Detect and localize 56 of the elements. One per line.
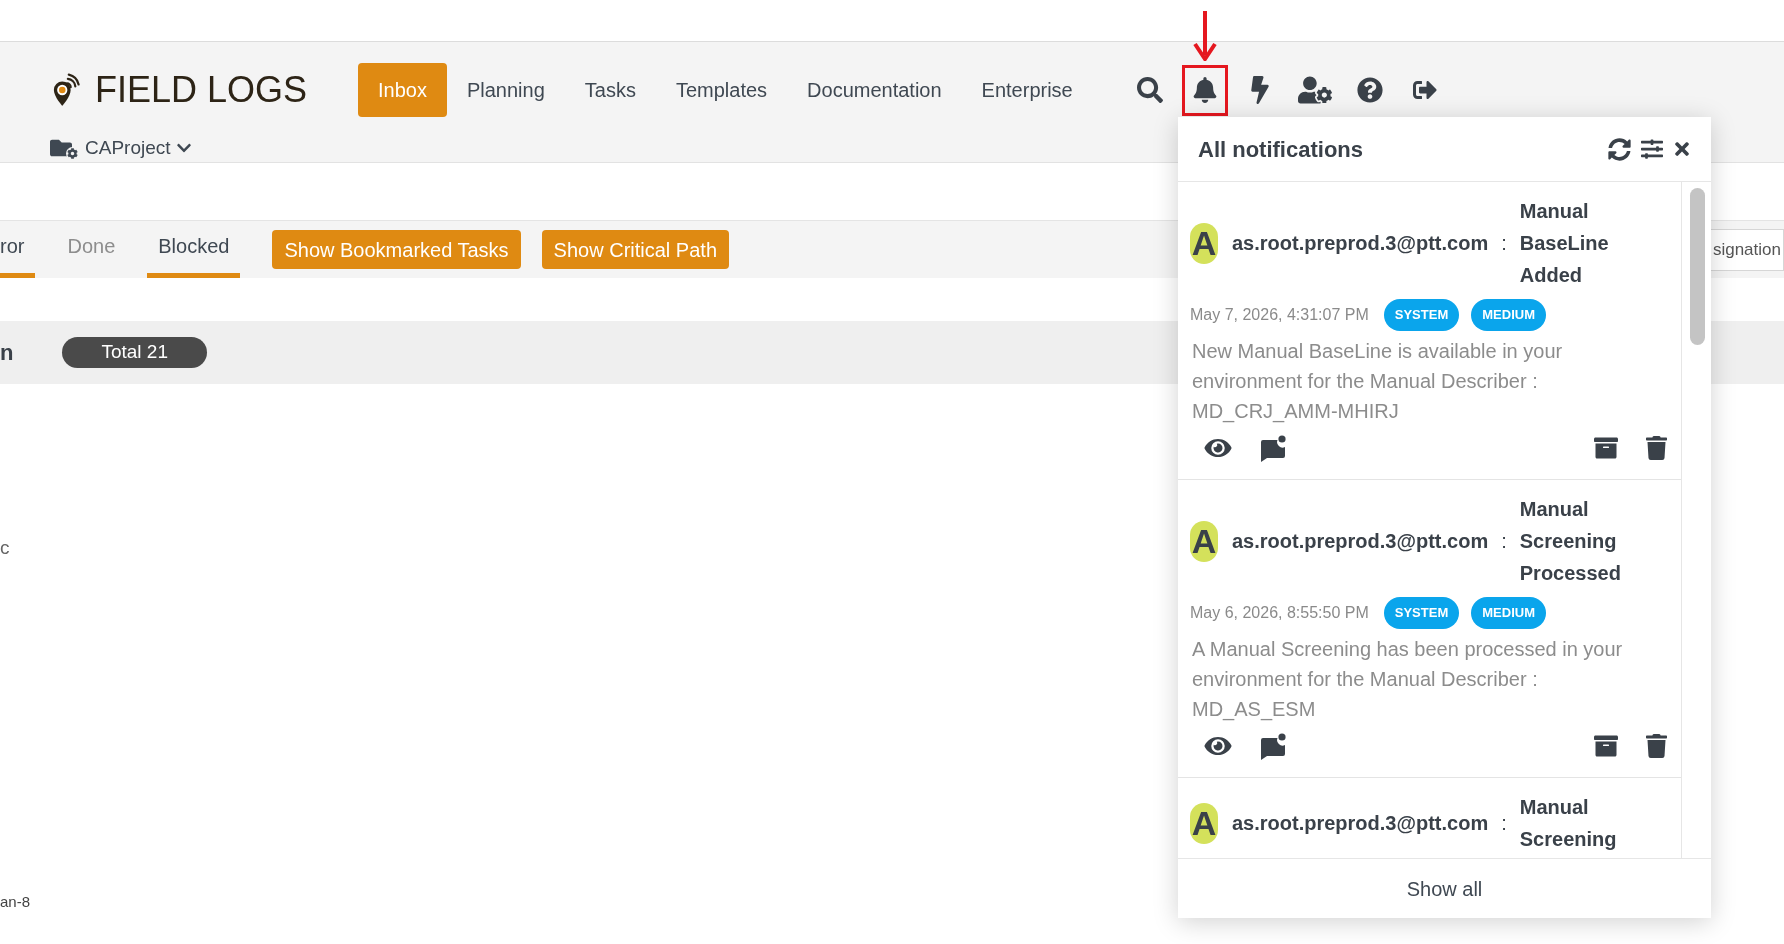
status-tab[interactable]: Blocked <box>147 221 241 278</box>
nav-tab[interactable]: Templates <box>655 63 788 117</box>
eye-icon[interactable] <box>1204 734 1232 758</box>
separator-colon: : <box>1501 231 1507 256</box>
nav-tab[interactable]: Documentation <box>787 63 962 117</box>
close-icon[interactable] <box>1673 139 1691 159</box>
timestamp: May 7, 2026, 4:31:07 PM <box>1190 305 1369 325</box>
trash-icon[interactable] <box>1646 436 1667 460</box>
row-text: c <box>0 536 10 560</box>
separator-colon: : <box>1501 811 1507 836</box>
avatar: A <box>1190 222 1218 264</box>
avatar: A <box>1190 520 1218 562</box>
notification-message: New Manual BaseLine is available in your environment for the Manual Describer : MD_CRJ_AMM-MHIRJ <box>1192 339 1564 425</box>
section-heading: n <box>0 339 14 367</box>
archive-icon[interactable] <box>1594 734 1618 758</box>
user-gear-icon[interactable] <box>1297 76 1332 104</box>
trash-icon[interactable] <box>1646 734 1667 758</box>
lightning-icon[interactable] <box>1249 76 1270 104</box>
notification-title: Manual Screening <box>1519 795 1618 852</box>
show-all-button[interactable]: Show all <box>1406 873 1483 904</box>
sender-email: as.root.preprod.3@ptt.com <box>1232 811 1489 836</box>
bell-icon[interactable] <box>1192 77 1217 103</box>
nav-tab[interactable]: Planning <box>446 63 565 117</box>
notification-title: Manual BaseLine Added <box>1519 199 1610 288</box>
separator-colon: : <box>1501 529 1507 554</box>
row-text: an-8 <box>0 893 31 911</box>
annotation-arrow <box>1192 10 1217 61</box>
comment-icon[interactable] <box>1259 434 1287 462</box>
timestamp: May 6, 2026, 8:55:50 PM <box>1190 603 1369 623</box>
logo-icon <box>52 73 80 107</box>
refresh-icon[interactable] <box>1608 137 1631 161</box>
tag: SYSTEM <box>1383 597 1460 629</box>
nav-tab[interactable]: Tasks <box>564 63 656 117</box>
sender-email: as.root.preprod.3@ptt.com <box>1232 529 1489 554</box>
nav-tab[interactable]: Enterprise <box>961 63 1093 117</box>
total-count: Total 21 <box>62 337 207 368</box>
sliders-icon[interactable] <box>1640 138 1664 160</box>
sender-email: as.root.preprod.3@ptt.com <box>1232 231 1489 256</box>
notification-title: Manual Screening Processed <box>1519 497 1622 586</box>
status-tab[interactable]: ror <box>0 221 36 278</box>
avatar: A <box>1190 802 1218 844</box>
help-icon[interactable] <box>1356 77 1383 103</box>
sign-out-icon[interactable] <box>1411 78 1438 102</box>
tag: MEDIUM <box>1471 597 1546 629</box>
archive-icon[interactable] <box>1594 436 1618 460</box>
comment-icon[interactable] <box>1259 732 1287 760</box>
panel-title: All notifications <box>1198 135 1363 164</box>
tag: SYSTEM <box>1383 299 1460 331</box>
filter-field[interactable]: signation <box>1711 228 1784 271</box>
notification-message: A Manual Screening has been processed in your environment for the Manual Describer : MD_AS_ESM <box>1192 637 1624 723</box>
search-icon[interactable] <box>1136 77 1163 103</box>
project-selector[interactable]: CAProject <box>48 136 192 160</box>
tag: MEDIUM <box>1471 299 1546 331</box>
scrollbar-thumb[interactable] <box>1690 188 1705 345</box>
eye-icon[interactable] <box>1204 436 1232 460</box>
logo-text: FIELD LOGS <box>95 72 309 108</box>
